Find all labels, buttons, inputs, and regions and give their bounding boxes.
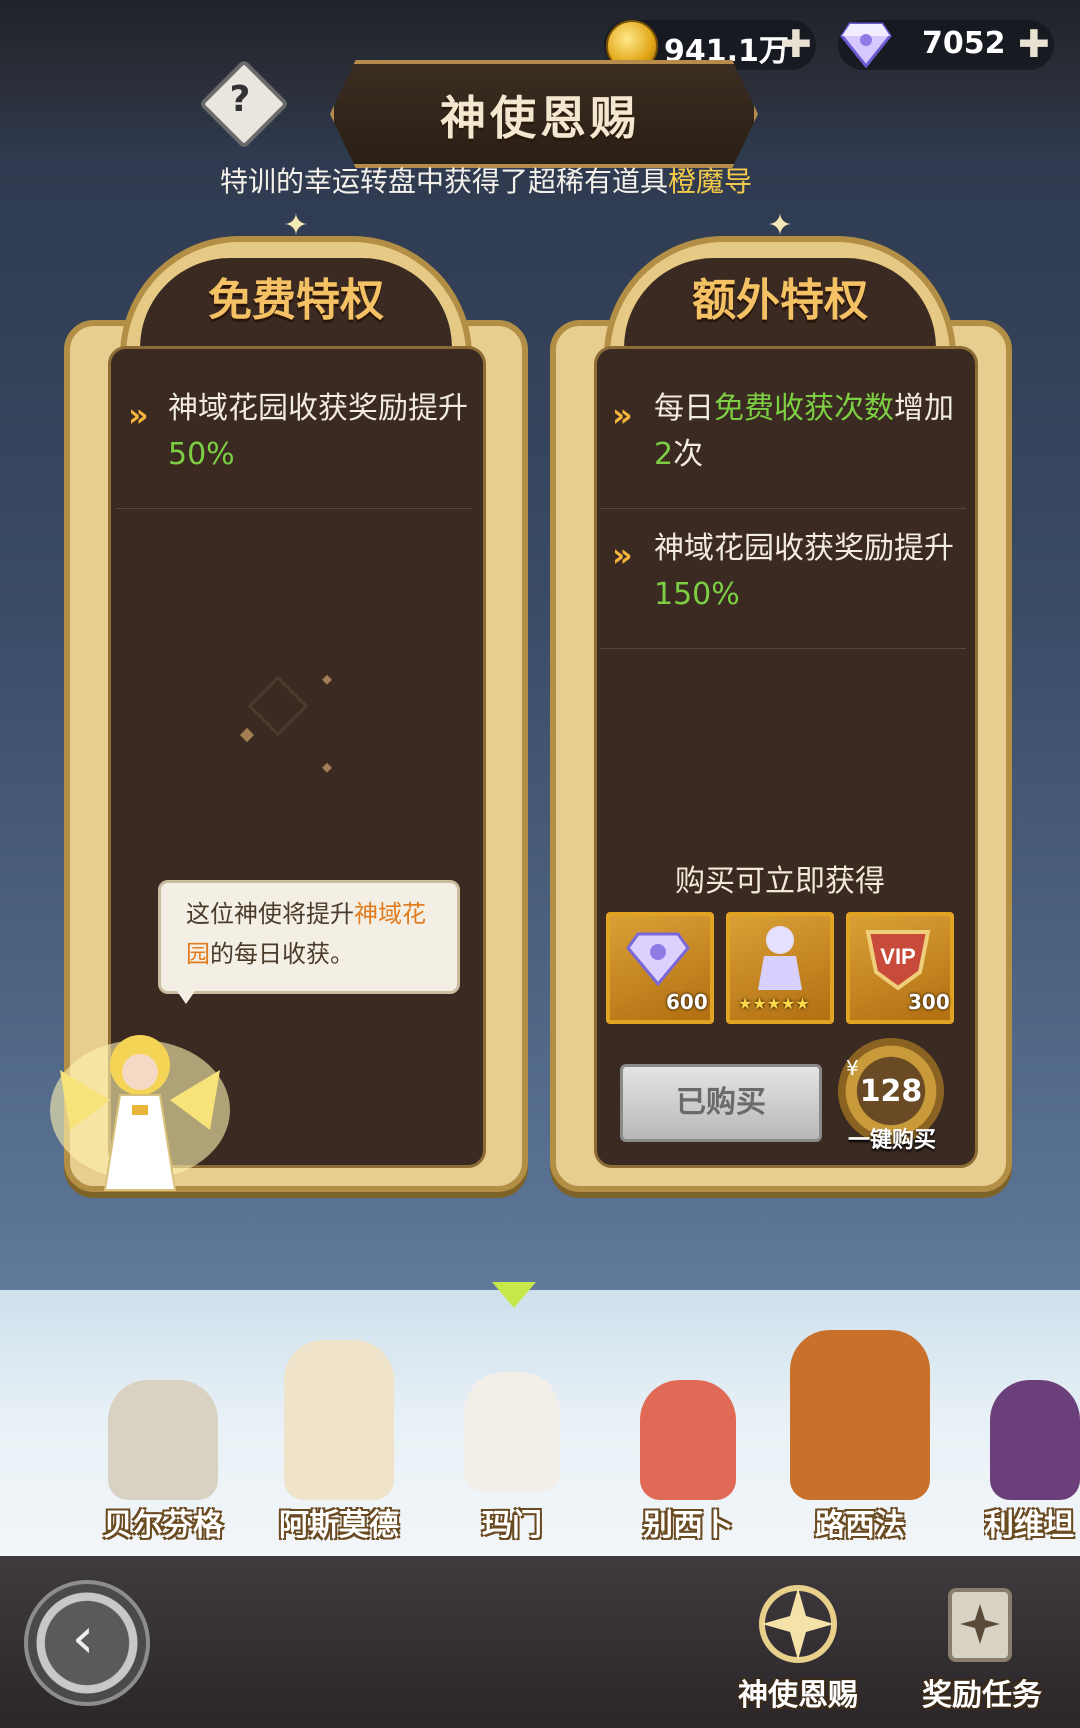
diamond-amount: 7052 <box>922 26 1006 61</box>
free-panel-title: 免费特权 <box>208 275 384 326</box>
character-asmodeus[interactable] <box>284 1340 394 1500</box>
diamond-icon <box>626 932 690 987</box>
question-mark-icon: ? <box>229 79 251 120</box>
bullet-arrow-icon: » <box>612 536 633 574</box>
extra-privilege-item: 神域花园收获奖励提升150% <box>654 531 954 612</box>
empty-slot-ornament-icon <box>239 674 332 773</box>
ticker-highlight: 橙魔导 <box>668 165 753 198</box>
bullet-arrow-icon: » <box>128 396 149 434</box>
tab-divine-grace[interactable]: 神使恩赐 <box>718 1670 878 1714</box>
character-name: 贝尔芬格 <box>103 1508 223 1543</box>
sparkle-icon: ✦ <box>283 208 309 243</box>
bought-button[interactable]: 已购买 <box>620 1064 822 1142</box>
divine-grace-tab-icon <box>759 1585 837 1663</box>
character-mammon[interactable] <box>464 1372 560 1492</box>
bullet-arrow-icon: » <box>612 396 633 434</box>
character-beelzebub[interactable] <box>640 1380 736 1500</box>
divider <box>600 508 966 509</box>
one-click-buy-label: 一键购买 <box>847 1128 936 1153</box>
ticker-text: 特训的幸运转盘中获得了超稀有道具 <box>220 165 669 198</box>
free-privilege-item: 神域花园收获奖励提升50% <box>168 391 468 472</box>
hero-card-icon <box>758 926 802 990</box>
back-arrow-icon: ‹ <box>71 1606 95 1671</box>
purchase-header: 购买可立即获得 <box>675 864 885 899</box>
reward-quantity: 300 <box>908 990 950 1014</box>
sparkle-icon: ✦ <box>767 208 793 243</box>
character-belphegor[interactable] <box>108 1380 218 1500</box>
reward-quantity: 600 <box>666 990 708 1014</box>
angel-character <box>50 1035 230 1191</box>
add-diamond-button[interactable]: ✚ <box>1018 24 1050 64</box>
character-name: 玛门 <box>482 1508 542 1543</box>
divider <box>116 508 472 509</box>
reward-quest-tab-icon <box>948 1588 1012 1662</box>
speech-text: 这位神使将提升神域花园的每日收获。 <box>186 900 426 968</box>
add-gold-button[interactable]: ✚ <box>780 24 812 64</box>
price: 128 <box>859 1074 923 1109</box>
svg-text:VIP: VIP <box>880 944 915 969</box>
character-name: 阿斯莫德 <box>279 1508 399 1543</box>
vip-icon: VIP <box>865 930 931 991</box>
extra-panel-title: 额外特权 <box>692 275 868 326</box>
selected-indicator-icon <box>492 1282 536 1308</box>
character-name: 路西法 <box>815 1508 905 1543</box>
page-title: 神使恩赐 <box>440 91 640 145</box>
character-name: 别西卜 <box>643 1508 733 1543</box>
divider <box>600 648 966 649</box>
character-name: 利维坦 <box>984 1508 1074 1543</box>
announcement-ticker: 特训的幸运转盘中获得了超稀有道具橙魔导 <box>220 160 830 202</box>
diamond-icon <box>840 22 892 68</box>
character-leviathan[interactable] <box>990 1380 1080 1500</box>
speech-bubble-tail <box>172 984 200 1004</box>
extra-privilege-item: 每日免费收获次数增加2次 <box>654 391 954 472</box>
tab-reward-quest[interactable]: 奖励任务 <box>900 1670 1064 1714</box>
character-lucifer[interactable] <box>790 1330 930 1500</box>
reward-stars: ★★★★★ <box>738 994 810 1013</box>
